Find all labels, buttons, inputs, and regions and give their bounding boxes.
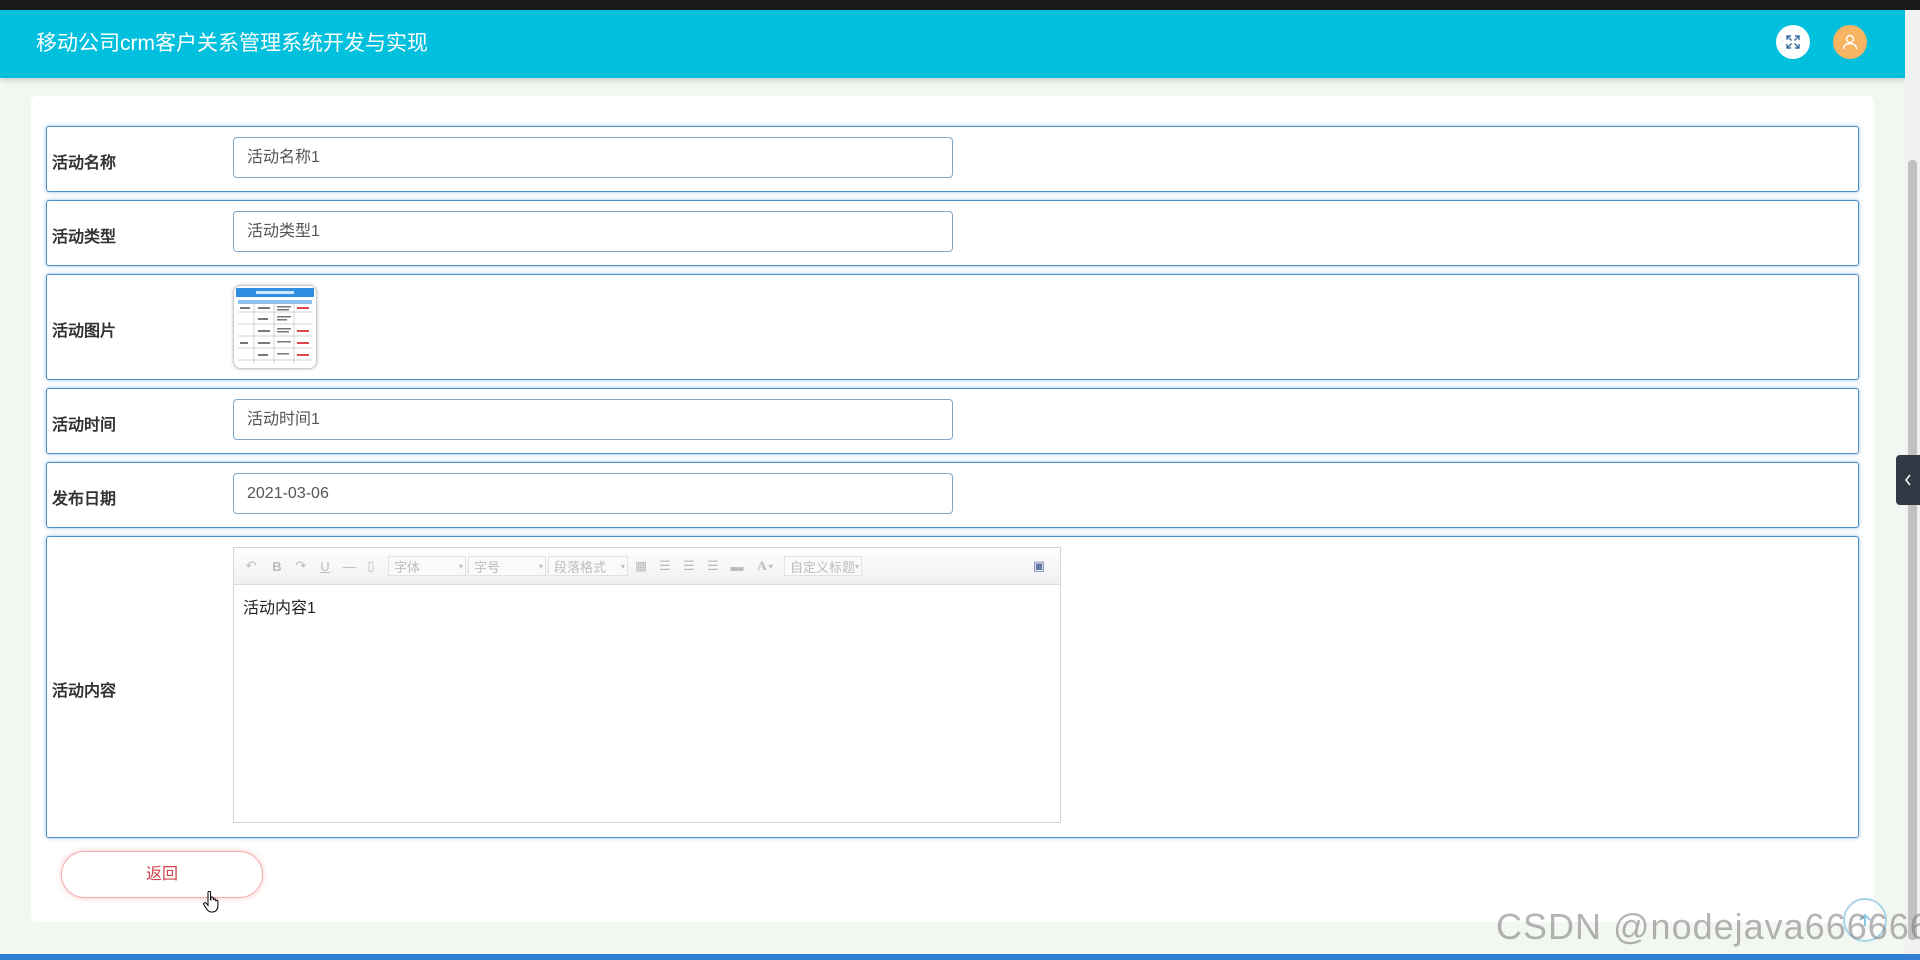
align-justify-icon[interactable]: ▬ xyxy=(728,556,746,576)
back-button[interactable]: 返回 xyxy=(61,851,263,898)
activity-time-input[interactable]: 活动时间1 xyxy=(233,399,953,440)
csdn-watermark: CSDN @nodejava666666 xyxy=(1496,906,1920,947)
activity-type-label: 活动类型 xyxy=(52,229,117,246)
undo-icon[interactable]: ↶ xyxy=(242,556,260,576)
horizontal-rule-icon[interactable]: — xyxy=(340,556,358,576)
editor-toolbar: ↶ B ↷ U — ▯ 字体 字号 段落格式 ▦ ☰ ☰ ☰ ▬ A▾ 自定义标… xyxy=(234,548,1060,585)
activity-name-label: 活动名称 xyxy=(52,155,117,172)
activity-image-thumbnail[interactable] xyxy=(233,285,317,369)
paste-plain-icon[interactable]: ▯ xyxy=(364,556,378,576)
form-row-activity-time: 活动时间 活动时间1 xyxy=(46,388,1859,454)
activity-name-input[interactable]: 活动名称1 xyxy=(233,137,953,178)
publish-date-label: 发布日期 xyxy=(52,491,117,508)
align-left-icon[interactable]: ☰ xyxy=(656,556,674,576)
form-row-activity-name: 活动名称 活动名称1 xyxy=(46,126,1859,192)
font-size-select[interactable]: 字号 xyxy=(468,556,546,576)
fullscreen-editor-icon[interactable]: ▣ xyxy=(1030,556,1048,576)
align-right-icon[interactable]: ☰ xyxy=(680,556,698,576)
fullscreen-button[interactable] xyxy=(1776,25,1810,59)
hand-pointer-icon xyxy=(203,891,219,913)
app-title: 移动公司crm客户关系管理系统开发与实现 xyxy=(36,32,428,55)
underline-icon[interactable]: U xyxy=(316,556,334,576)
activity-image-label: 活动图片 xyxy=(52,323,117,340)
bottom-progress-line xyxy=(0,954,1920,960)
publish-date-input[interactable]: 2021-03-06 xyxy=(233,473,953,514)
table-icon[interactable]: ▦ xyxy=(632,556,650,576)
form-row-publish-date: 发布日期 2021-03-06 xyxy=(46,462,1859,528)
user-avatar-button[interactable] xyxy=(1833,25,1867,59)
side-panel-toggle[interactable] xyxy=(1896,455,1920,505)
chevron-left-icon xyxy=(1905,474,1911,486)
activity-content-label: 活动内容 xyxy=(52,683,117,700)
activity-time-label: 活动时间 xyxy=(52,417,117,434)
font-family-select[interactable]: 字体 xyxy=(388,556,466,576)
form-row-activity-type: 活动类型 活动类型1 xyxy=(46,200,1859,266)
rich-text-editor[interactable]: ↶ B ↷ U — ▯ 字体 字号 段落格式 ▦ ☰ ☰ ☰ ▬ A▾ 自定义标… xyxy=(233,547,1061,823)
redo-icon[interactable]: ↷ xyxy=(292,556,310,576)
bold-icon[interactable]: B xyxy=(268,556,286,576)
editor-content[interactable]: 活动内容1 xyxy=(234,585,1060,627)
form-row-activity-image: 活动图片 xyxy=(46,274,1859,380)
detail-form-card: 活动名称 活动名称1 活动类型 活动类型1 活动图片 活动时间 活动时间1 发布… xyxy=(31,96,1874,922)
paragraph-format-select[interactable]: 段落格式 xyxy=(548,556,628,576)
fullscreen-icon xyxy=(1786,35,1800,49)
scrollbar-thumb[interactable] xyxy=(1908,160,1917,940)
custom-title-select[interactable]: 自定义标题 xyxy=(784,556,862,576)
user-avatar-icon xyxy=(1842,34,1858,50)
activity-type-input[interactable]: 活动类型1 xyxy=(233,211,953,252)
app-window: 移动公司crm客户关系管理系统开发与实现 活动名称 活动名称1 活动类型 活动类… xyxy=(0,10,1905,955)
image-preview-graphic xyxy=(234,286,316,368)
font-color-icon[interactable]: A ▾ xyxy=(752,556,778,576)
form-row-activity-content: 活动内容 ↶ B ↷ U — ▯ 字体 字号 段落格式 ▦ ☰ ☰ ☰ ▬ xyxy=(46,536,1859,838)
top-header-bar: 移动公司crm客户关系管理系统开发与实现 xyxy=(0,10,1905,78)
align-center-icon[interactable]: ☰ xyxy=(704,556,722,576)
